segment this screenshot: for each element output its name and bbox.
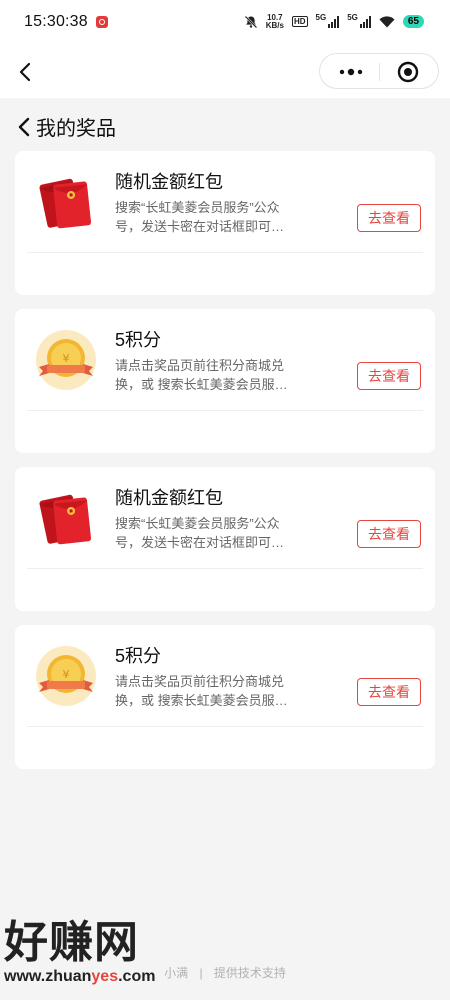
more-dots-icon[interactable] — [338, 64, 364, 80]
chevron-left-icon[interactable] — [16, 116, 32, 138]
svg-text:¥: ¥ — [63, 352, 70, 365]
mini-program-capsule — [319, 53, 439, 89]
footer-separator: | — [199, 966, 203, 980]
prize-description: 搜索“长虹美菱会员服务”公众号，发送卡密在对话框即可… — [115, 200, 285, 234]
footer-support: 提供技术支持 — [213, 966, 286, 980]
prize-card: ¥ 5积分 请点击奖品页前往积分商城兑换，或 搜索长虹美菱会员服… 去查看 — [15, 625, 435, 769]
view-prize-button[interactable]: 去查看 — [357, 520, 421, 548]
watermark-url-suffix: .com — [118, 968, 156, 985]
watermark-logo: 好赚网 — [4, 918, 139, 967]
page-title: 我的奖品 — [36, 118, 116, 140]
status-indicators: 10.7 KB/s HD 5G 5G 65 — [244, 13, 424, 30]
battery-icon: 65 — [402, 15, 424, 28]
view-prize-button[interactable]: 去查看 — [357, 362, 421, 390]
network-type-2: 5G — [347, 13, 358, 22]
capsule-divider — [379, 63, 380, 81]
prize-card: 随机金额红包 搜索“长虹美菱会员服务”公众号，发送卡密在对话框即可… 去查看 — [15, 151, 435, 295]
prize-description: 请点击奖品页前往积分商城兑换，或 搜索长虹美菱会员服… — [115, 358, 288, 392]
card-divider — [27, 410, 423, 411]
status-time: 15:30:38 — [24, 13, 88, 30]
app-notification-icon — [96, 16, 108, 28]
mute-bell-icon — [244, 15, 258, 29]
back-arrow-icon[interactable] — [14, 58, 38, 86]
wifi-icon — [379, 15, 395, 28]
target-close-icon[interactable] — [397, 61, 419, 83]
network-type-1: 5G — [315, 13, 327, 22]
prize-list: 随机金额红包 搜索“长虹美菱会员服务”公众号，发送卡密在对话框即可… 去查看 ¥… — [15, 151, 435, 783]
gold-coin-icon: ¥ — [35, 329, 97, 391]
prize-title: 5积分 — [115, 646, 162, 666]
view-prize-button[interactable]: 去查看 — [357, 678, 421, 706]
card-divider — [27, 726, 423, 727]
red-envelope-icon — [35, 487, 97, 549]
prize-description: 搜索“长虹美菱会员服务”公众号，发送卡密在对话框即可… — [115, 516, 285, 550]
card-divider — [27, 252, 423, 253]
prize-title: 随机金额红包 — [115, 488, 223, 508]
status-bar: 15:30:38 10.7 KB/s HD 5G 5G 65 — [0, 0, 450, 46]
red-envelope-icon — [35, 171, 97, 233]
prize-card: ¥ 5积分 请点击奖品页前往积分商城兑换，或 搜索长虹美菱会员服… 去查看 — [15, 309, 435, 453]
network-speed-unit: KB/s — [265, 20, 284, 30]
signal-1-icon — [328, 15, 340, 28]
watermark-url-prefix: www.zhuan — [4, 968, 92, 985]
gold-coin-icon: ¥ — [35, 645, 97, 707]
page-header[interactable]: 我的奖品 — [16, 112, 116, 141]
prize-title: 5积分 — [115, 330, 162, 350]
view-prize-button[interactable]: 去查看 — [357, 204, 421, 232]
network-speed: 10.7 KB/s — [265, 13, 284, 30]
signal-2-icon — [359, 15, 371, 28]
prize-description: 请点击奖品页前往积分商城兑换，或 搜索长虹美菱会员服… — [115, 674, 288, 708]
nav-bar — [0, 46, 450, 98]
watermark-url-highlight: yes — [91, 968, 119, 985]
watermark: 好赚网 www.zhuanyes.com — [4, 918, 194, 990]
hd-badge: HD — [291, 16, 308, 27]
svg-text:¥: ¥ — [63, 668, 70, 681]
prize-title: 随机金额红包 — [115, 172, 223, 192]
watermark-url: www.zhuanyes.com — [4, 968, 155, 986]
prize-card: 随机金额红包 搜索“长虹美菱会员服务”公众号，发送卡密在对话框即可… 去查看 — [15, 467, 435, 611]
card-divider — [27, 568, 423, 569]
